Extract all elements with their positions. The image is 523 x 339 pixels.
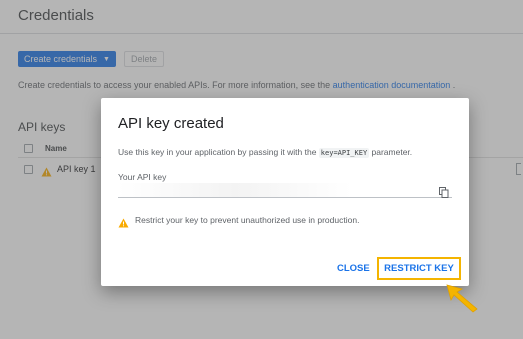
close-button[interactable]: CLOSE: [337, 263, 370, 274]
api-key-field[interactable]: [118, 183, 452, 198]
warning-text: Restrict your key to prevent unauthorize…: [135, 215, 360, 225]
key-param-code: key=API_KEY: [318, 148, 370, 158]
arrow-pointer-icon: [446, 284, 478, 313]
restrict-key-button[interactable]: RESTRICT KEY: [377, 257, 461, 280]
copy-icon[interactable]: [439, 185, 449, 198]
dialog-title: API key created: [118, 115, 224, 132]
dialog-description: Use this key in your application by pass…: [118, 147, 413, 158]
api-key-created-dialog: API key created Use this key in your app…: [101, 98, 469, 286]
description-before: Use this key in your application by pass…: [118, 147, 319, 157]
description-after: parameter.: [369, 147, 413, 157]
warning-icon: [118, 215, 129, 228]
restriction-warning: Restrict your key to prevent unauthorize…: [118, 215, 360, 228]
api-key-label: Your API key: [118, 172, 167, 182]
